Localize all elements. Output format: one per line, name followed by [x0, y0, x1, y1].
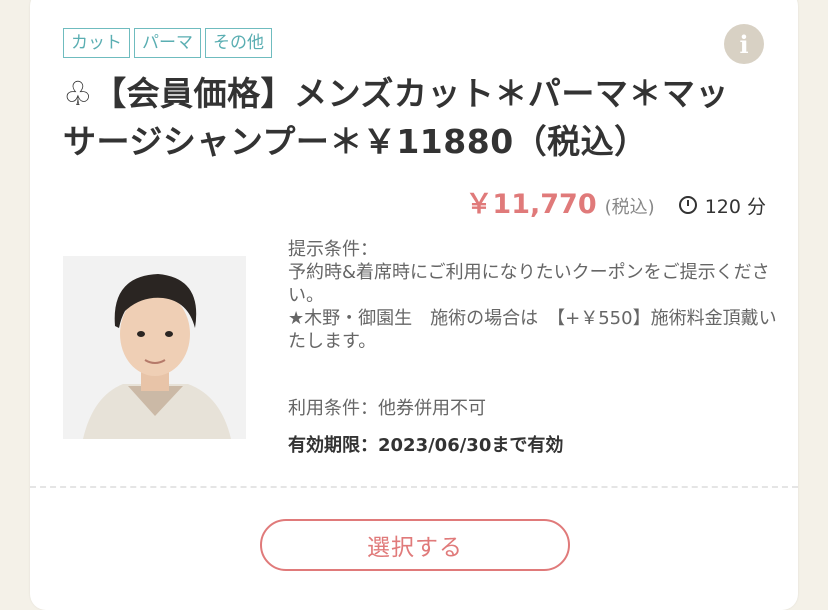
conditions-heading: 提示条件：	[288, 239, 378, 260]
coupon-title: ♧【会員価格】メンズカット＊パーマ＊マッサージシャンプー＊￥11880（税込）	[63, 74, 729, 161]
info-icon[interactable]: i	[724, 24, 764, 64]
conditions-line1: 予約時&着席時にご利用になりたいクーポンをご提示ください。	[288, 262, 770, 306]
validity-period: 有効期限：2023/06/30まで有効	[288, 435, 564, 456]
conditions-line2: ★木野・御園生 施術の場合は 【+￥550】施術料金頂戴いたします。	[288, 308, 777, 352]
tag-list: カット パーマ その他	[63, 28, 272, 58]
usage-conditions: 利用条件：他券併用不可	[288, 398, 486, 419]
tax-label: (税込)	[604, 197, 655, 218]
duration: 120 分	[704, 196, 766, 218]
coupon-card: カット パーマ その他 i ♧【会員価格】メンズカット＊パーマ＊マッサージシャン…	[30, 0, 798, 610]
stylist-photo	[63, 256, 246, 439]
tag-other: その他	[205, 28, 272, 58]
conditions: 提示条件： 予約時&着席時にご利用になりたいクーポンをご提示ください。 ★木野・…	[288, 238, 778, 353]
clock-icon	[678, 196, 697, 214]
price-row: ￥11,770 (税込) 120 分	[465, 182, 766, 221]
price: ￥11,770	[465, 189, 597, 220]
tag-cut: カット	[63, 28, 130, 58]
select-button[interactable]: 選択する	[260, 519, 570, 571]
tag-perm: パーマ	[134, 28, 201, 58]
divider	[30, 486, 798, 488]
